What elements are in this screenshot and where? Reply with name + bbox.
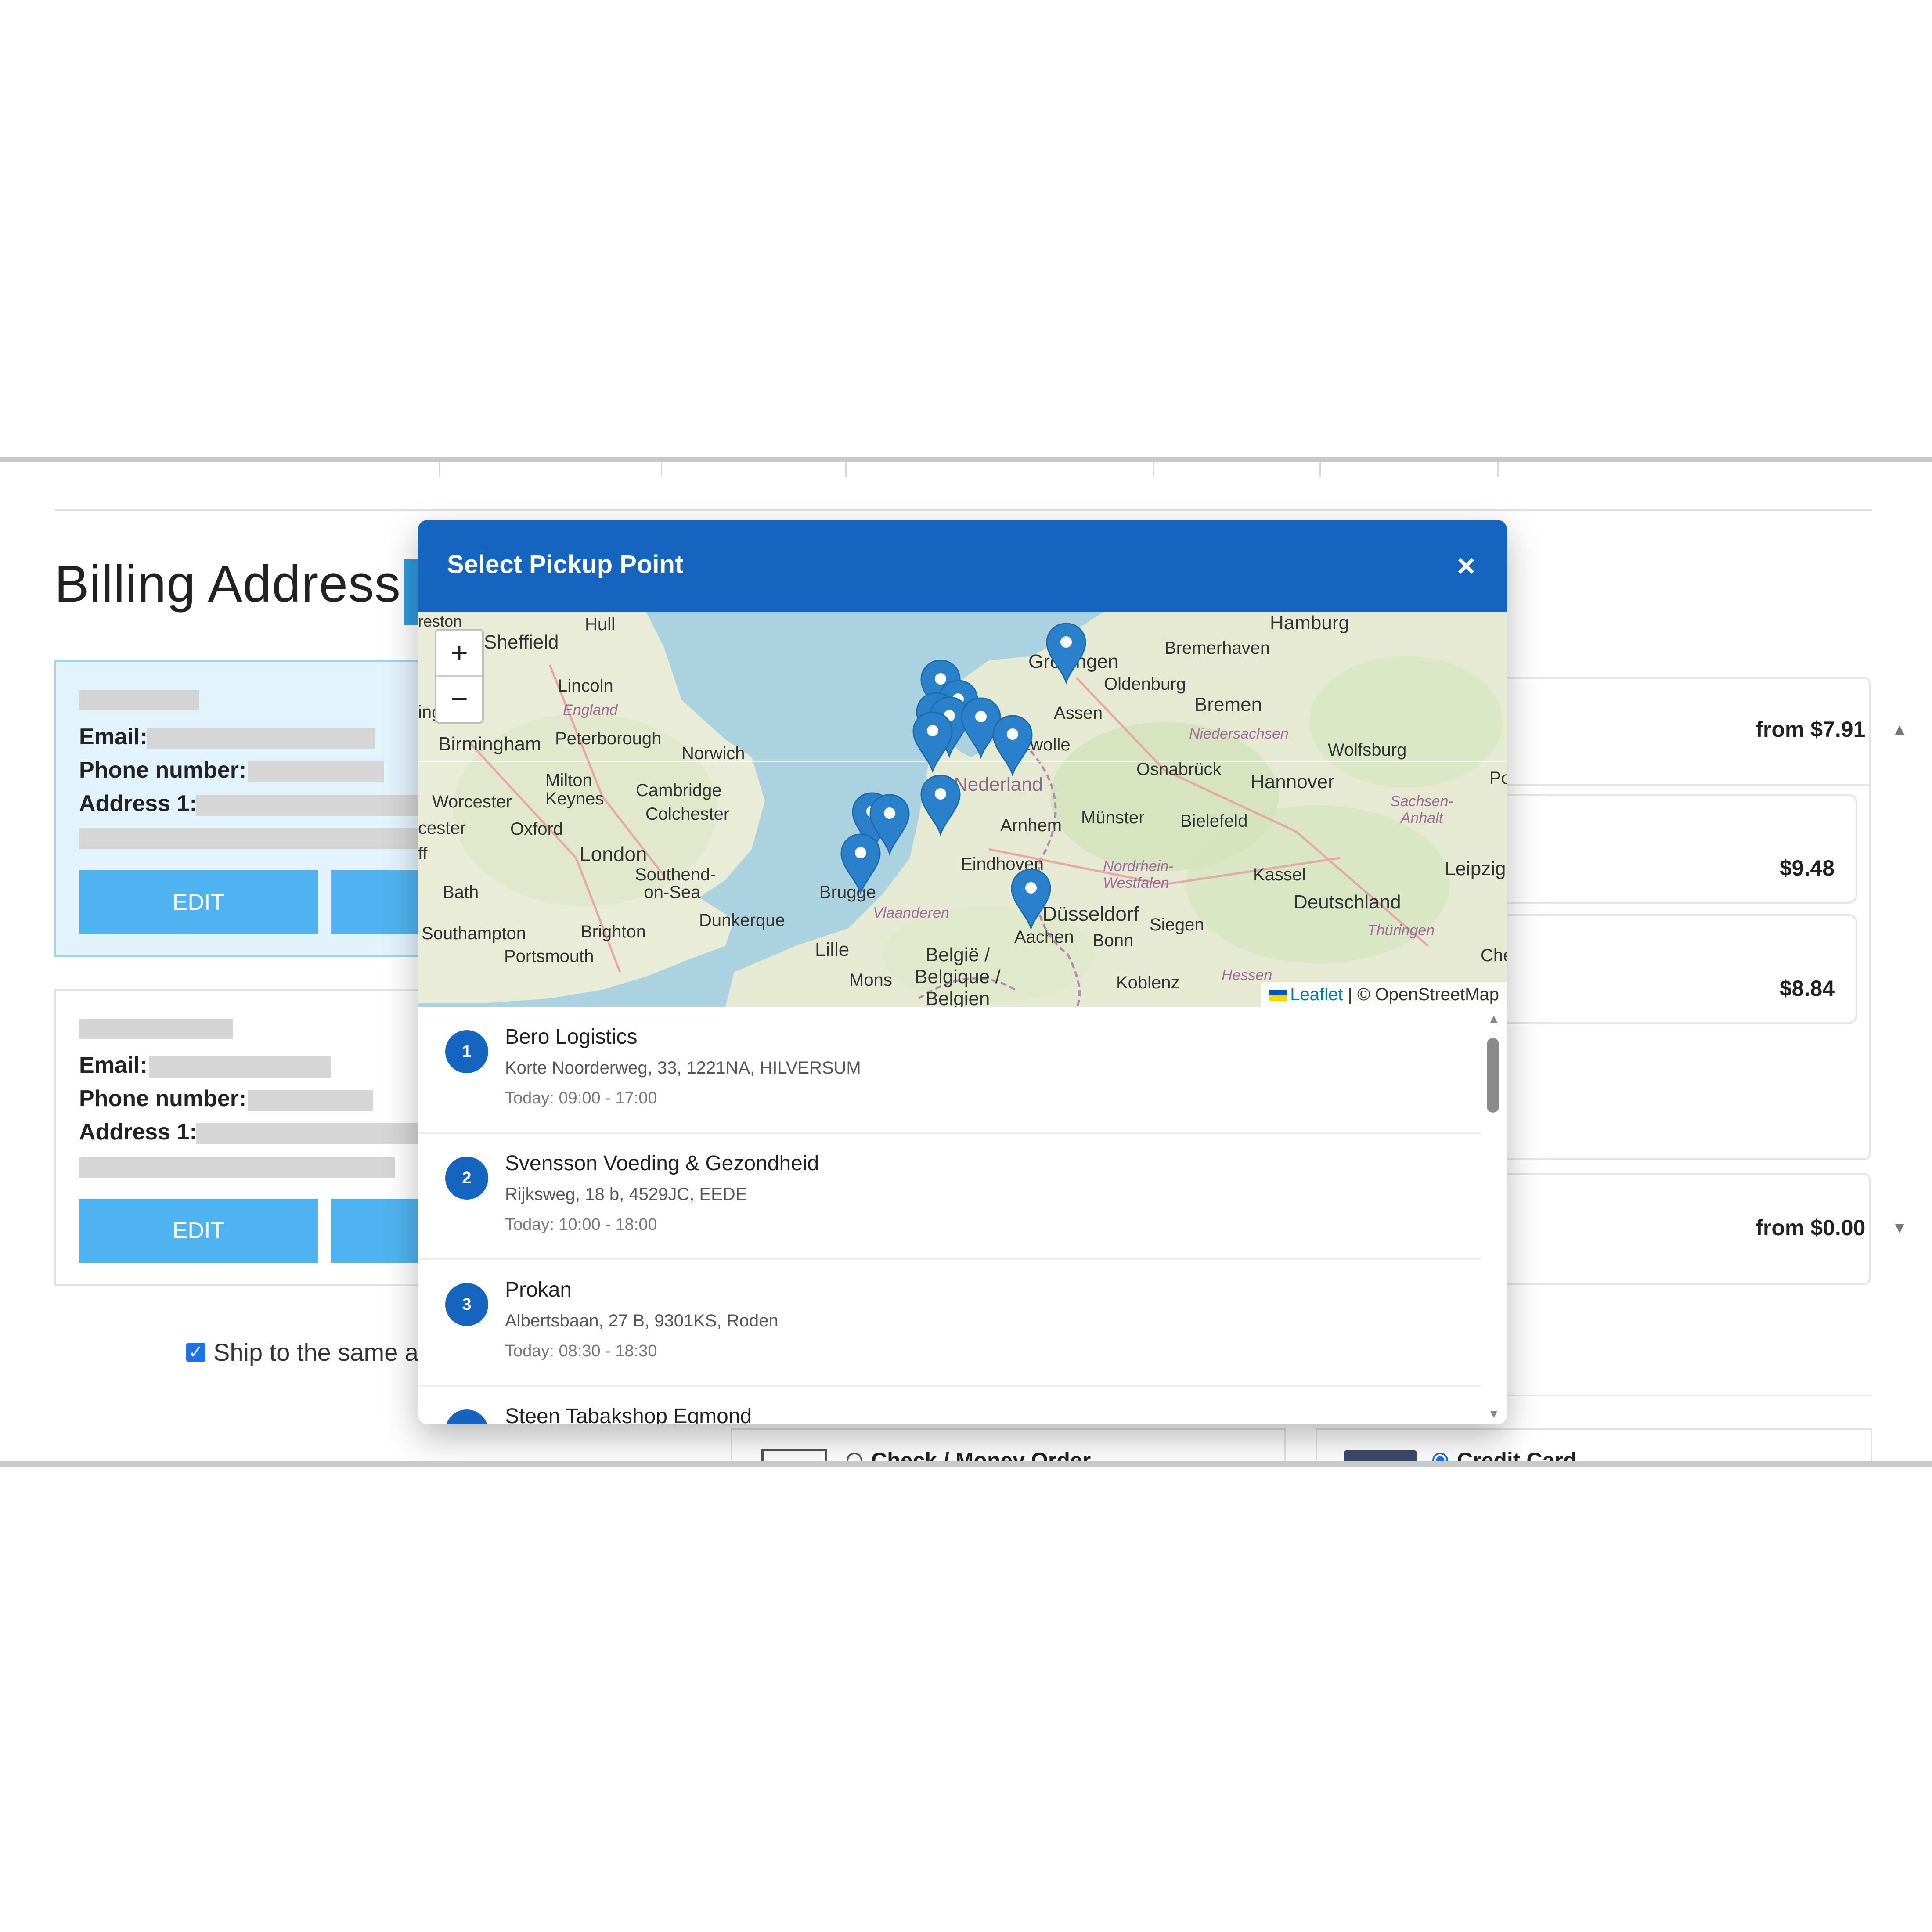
pickup-name: Bero Logistics bbox=[505, 1025, 638, 1049]
phone-label: Phone number: bbox=[79, 757, 247, 783]
shipping-option-1[interactable]: $9.48 bbox=[1493, 794, 1857, 904]
list-scrollbar[interactable]: ▲ ▼ bbox=[1481, 1007, 1507, 1424]
divider bbox=[54, 509, 1872, 511]
redacted-address-line2 bbox=[79, 1157, 395, 1178]
marker-layer bbox=[840, 623, 1086, 930]
zoom-control: + − bbox=[435, 629, 484, 724]
credit-card-icon bbox=[1344, 1450, 1417, 1461]
item-number-badge: 1 bbox=[445, 1030, 488, 1073]
ship-same-checkbox[interactable]: ✓ bbox=[186, 1342, 205, 1362]
shipping-group-1-header[interactable]: from $7.91 ▲ bbox=[1755, 717, 1907, 742]
pickup-address: Korte Noorderweg, 33, 1221NA, HILVERSUM bbox=[505, 1058, 861, 1078]
address-card[interactable]: Email: Phone number: Address 1: EDIT D bbox=[54, 989, 442, 1286]
shipping-option-2[interactable]: $8.84 bbox=[1493, 914, 1857, 1024]
ukraine-flag-icon bbox=[1269, 990, 1287, 1002]
map-marker-icon bbox=[992, 715, 1033, 777]
pickup-hours: Today: 08:30 - 18:30 bbox=[505, 1342, 657, 1360]
expand-arrow-icon[interactable]: ▼ bbox=[1892, 1218, 1907, 1237]
check-radio[interactable] bbox=[847, 1453, 862, 1461]
pickup-point-list[interactable]: 1 Bero Logistics Korte Noorderweg, 33, 1… bbox=[418, 1007, 1507, 1424]
scroll-down-icon[interactable]: ▼ bbox=[1488, 1407, 1500, 1421]
redacted-address-line2 bbox=[79, 828, 422, 849]
pickup-name: Prokan bbox=[505, 1278, 572, 1301]
map-marker-icon bbox=[920, 775, 961, 836]
card-radio[interactable] bbox=[1432, 1453, 1448, 1461]
redacted-phone bbox=[248, 1090, 373, 1111]
scroll-up-icon[interactable]: ▲ bbox=[1488, 1012, 1500, 1026]
list-item[interactable]: 1 Bero Logistics Korte Noorderweg, 33, 1… bbox=[418, 1007, 1481, 1134]
redacted-phone bbox=[248, 761, 384, 782]
map-marker-icon bbox=[1011, 869, 1051, 930]
card-label: Credit Card bbox=[1457, 1448, 1577, 1467]
shipping-group-2-header[interactable]: from $0.00 ▼ bbox=[1755, 1215, 1907, 1240]
zoom-in-button[interactable]: + bbox=[436, 631, 482, 675]
ship-same-label: Ship to the same ac bbox=[213, 1338, 431, 1366]
map-marker-icon bbox=[1046, 623, 1086, 685]
ship-same-address-row[interactable]: ✓ Ship to the same ac bbox=[186, 1338, 431, 1366]
pickup-address: Albertsbaan, 27 B, 9301KS, Roden bbox=[505, 1311, 779, 1330]
phone-label: Phone number: bbox=[79, 1086, 247, 1111]
modal-header: Select Pickup Point × bbox=[418, 520, 1507, 612]
zoom-out-button[interactable]: − bbox=[436, 675, 482, 721]
pickup-name: Steen Tabakshop Egmond bbox=[505, 1405, 752, 1424]
page-title: Billing Address bbox=[54, 555, 401, 613]
shipping-group-1-price: from $7.91 bbox=[1755, 717, 1866, 742]
redacted-email bbox=[149, 1056, 331, 1078]
pickup-point-modal: Select Pickup Point × Hull Sheffield Lin… bbox=[418, 520, 1507, 1424]
edit-button[interactable]: EDIT bbox=[79, 1199, 318, 1263]
collapse-arrow-icon[interactable]: ▲ bbox=[1892, 720, 1907, 739]
close-icon[interactable]: × bbox=[1457, 548, 1475, 584]
divider bbox=[1502, 784, 1871, 786]
payment-check-label-row[interactable]: Check / Money Order bbox=[847, 1448, 1091, 1467]
list-item[interactable]: 3 Prokan Albertsbaan, 27 B, 9301KS, Rode… bbox=[418, 1260, 1481, 1387]
edit-button[interactable]: EDIT bbox=[79, 870, 318, 934]
address-label: Address 1: bbox=[79, 1119, 197, 1145]
redacted-address bbox=[196, 1123, 442, 1144]
scrollbar-thumb[interactable] bbox=[1487, 1038, 1499, 1113]
map-marker-icon bbox=[840, 833, 881, 895]
leaflet-link[interactable]: Leaflet bbox=[1290, 985, 1343, 1004]
pickup-map[interactable]: Hull Sheffield Lincoln England Birmingha… bbox=[418, 612, 1507, 1007]
redacted-name bbox=[79, 1019, 233, 1039]
item-number-badge: 2 bbox=[445, 1157, 488, 1200]
checkout-page: Billing Address Email: Phone number: Add… bbox=[0, 457, 1932, 1467]
top-nav-remnant bbox=[0, 462, 1932, 478]
payment-card-label-row[interactable]: Credit Card bbox=[1432, 1448, 1577, 1467]
pickup-hours: Today: 09:00 - 17:00 bbox=[505, 1089, 657, 1107]
item-number-badge: 4 bbox=[445, 1409, 488, 1424]
list-item[interactable]: 4 Steen Tabakshop Egmond bbox=[418, 1387, 1481, 1424]
pickup-address: Rijksweg, 18 b, 4529JC, EEDE bbox=[505, 1185, 747, 1204]
osm-attribution: | © OpenStreetMap bbox=[1343, 985, 1499, 1004]
address-label: Address 1: bbox=[79, 791, 197, 816]
list-item[interactable]: 2 Svensson Voeding & Gezondheid Rijksweg… bbox=[418, 1134, 1481, 1260]
check-label: Check / Money Order bbox=[871, 1448, 1091, 1467]
shipping-group-2-price: from $0.00 bbox=[1755, 1215, 1866, 1240]
pickup-name: Svensson Voeding & Gezondheid bbox=[505, 1152, 819, 1175]
modal-title: Select Pickup Point bbox=[447, 550, 684, 579]
email-label: Email: bbox=[79, 724, 148, 750]
map-marker-icon bbox=[912, 711, 953, 773]
item-number-badge: 3 bbox=[445, 1283, 488, 1326]
shipping-option-2-price: $8.84 bbox=[1779, 976, 1835, 1001]
redacted-email bbox=[147, 728, 375, 749]
redacted-address bbox=[196, 795, 442, 816]
redacted-name bbox=[79, 690, 199, 710]
map-attribution: Leaflet | © OpenStreetMap bbox=[1261, 982, 1507, 1007]
shipping-option-1-price: $9.48 bbox=[1779, 856, 1835, 880]
pickup-hours: Today: 10:00 - 18:00 bbox=[505, 1215, 657, 1234]
check-icon bbox=[761, 1449, 827, 1461]
email-label: Email: bbox=[79, 1053, 148, 1078]
address-card-selected[interactable]: Email: Phone number: Address 1: EDIT D bbox=[54, 660, 442, 957]
